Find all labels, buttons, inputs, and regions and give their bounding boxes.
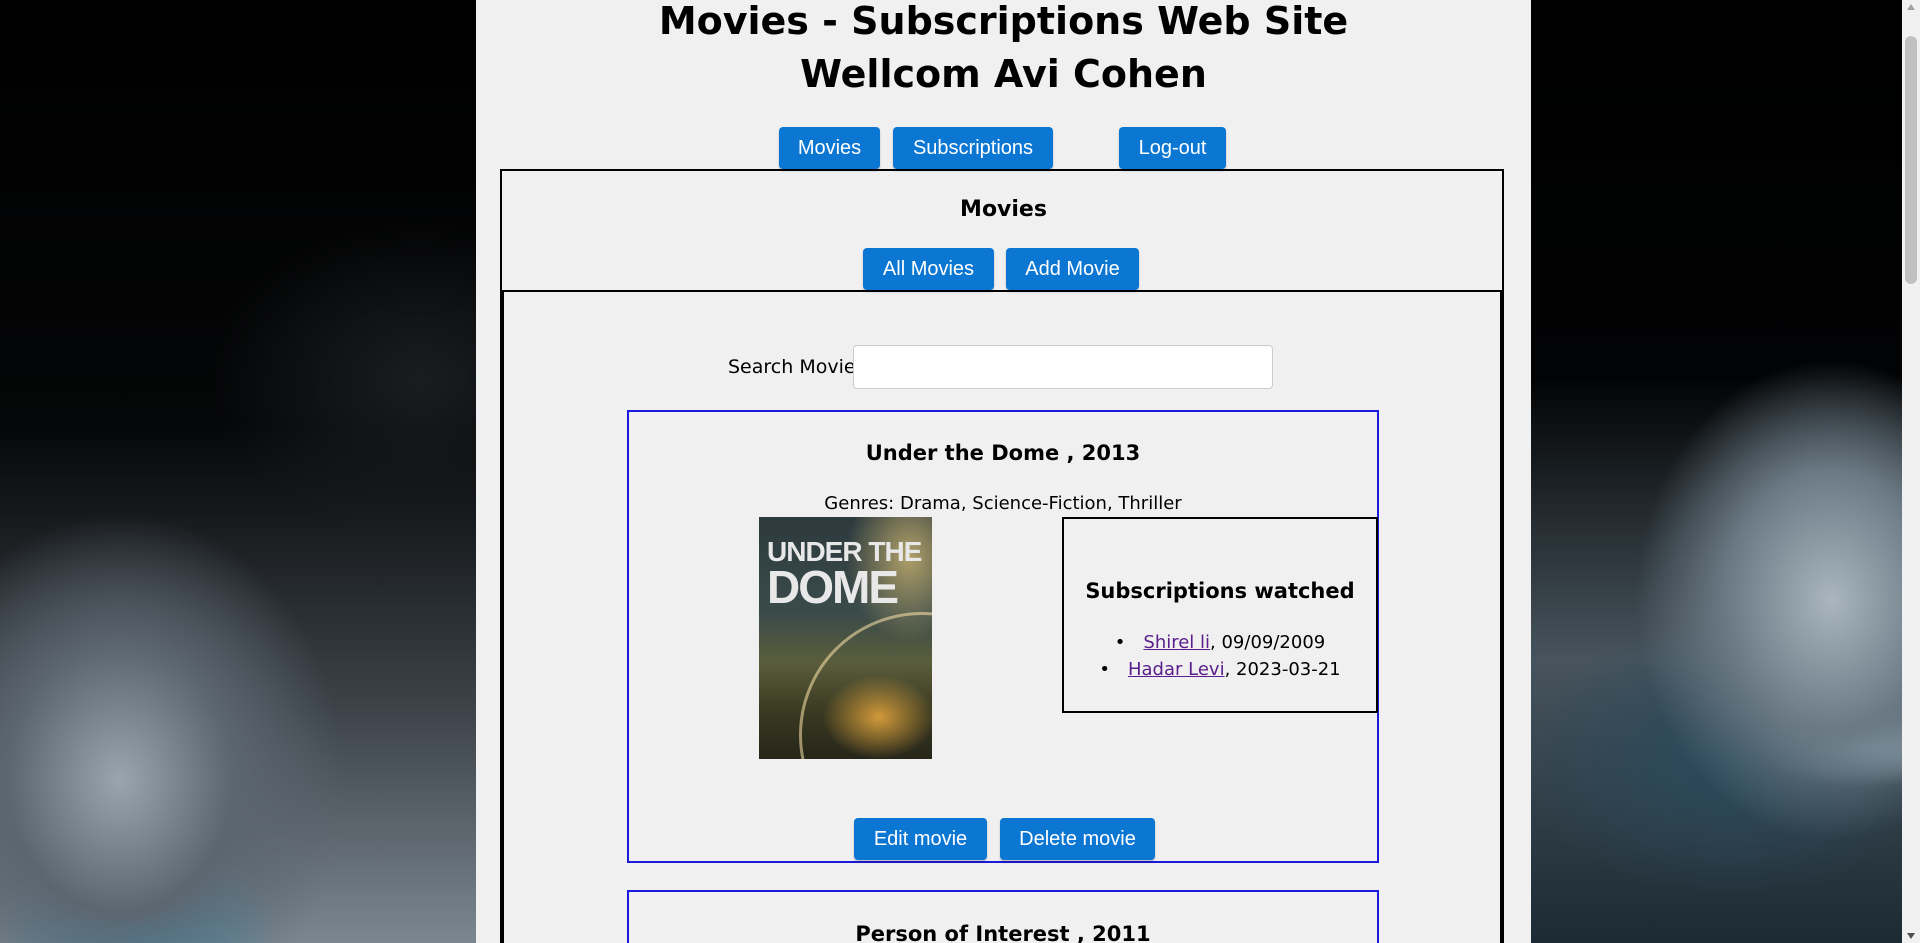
- scrollbar-thumb[interactable]: [1905, 36, 1917, 284]
- movie-title: Person of Interest , 2011: [855, 922, 1151, 943]
- main-panel: Movies - Subscriptions Web Site Wellcom …: [476, 0, 1531, 943]
- movie-card: Person of Interest , 2011: [627, 890, 1379, 943]
- background-image-right: [1531, 0, 1920, 943]
- welcome-message: Wellcom Avi Cohen: [800, 52, 1207, 96]
- watch-date: , 2023-03-21: [1224, 659, 1341, 680]
- nav-movies-button[interactable]: Movies: [779, 127, 880, 169]
- nav-subscriptions-button[interactable]: Subscriptions: [893, 127, 1053, 169]
- movie-genres: Genres: Drama, Science-Fiction, Thriller: [824, 493, 1182, 514]
- subscriber-link[interactable]: Shirel li: [1143, 632, 1210, 653]
- subscriptions-watched-box: Subscriptions watched Shirel li, 09/09/2…: [1062, 517, 1378, 713]
- movies-section-title: Movies: [960, 197, 1047, 222]
- watch-date: , 09/09/2009: [1210, 632, 1326, 653]
- list-item: Hadar Levi, 2023-03-21: [1064, 656, 1376, 683]
- movie-title: Under the Dome , 2013: [865, 441, 1141, 465]
- movie-card: Under the Dome , 2013 Genres: Drama, Sci…: [627, 410, 1379, 863]
- search-movie-label: Search Movie: [728, 356, 856, 378]
- background-image-left: [0, 0, 476, 943]
- scroll-up-icon[interactable]: [1907, 4, 1915, 10]
- search-movie-input[interactable]: [853, 345, 1273, 389]
- movie-poster: UNDER THE DOME: [759, 517, 932, 759]
- dome-graphic: [799, 612, 932, 759]
- list-item: Shirel li, 09/09/2009: [1064, 629, 1376, 656]
- delete-movie-button[interactable]: Delete movie: [1000, 818, 1155, 860]
- subscriber-link[interactable]: Hadar Levi: [1128, 659, 1225, 680]
- vertical-scrollbar[interactable]: [1902, 0, 1920, 943]
- site-title: Movies - Subscriptions Web Site: [658, 0, 1349, 43]
- edit-movie-button[interactable]: Edit movie: [854, 818, 987, 860]
- all-movies-button[interactable]: All Movies: [863, 248, 994, 290]
- poster-title: UNDER THE DOME: [767, 538, 927, 613]
- add-movie-button[interactable]: Add Movie: [1006, 248, 1139, 290]
- scroll-down-icon[interactable]: [1907, 933, 1915, 939]
- poster-line-2: DOME: [767, 560, 899, 613]
- subscriptions-list: Shirel li, 09/09/2009 Hadar Levi, 2023-0…: [1064, 629, 1376, 683]
- logout-button[interactable]: Log-out: [1119, 127, 1226, 169]
- subscriptions-watched-title: Subscriptions watched: [1085, 579, 1355, 603]
